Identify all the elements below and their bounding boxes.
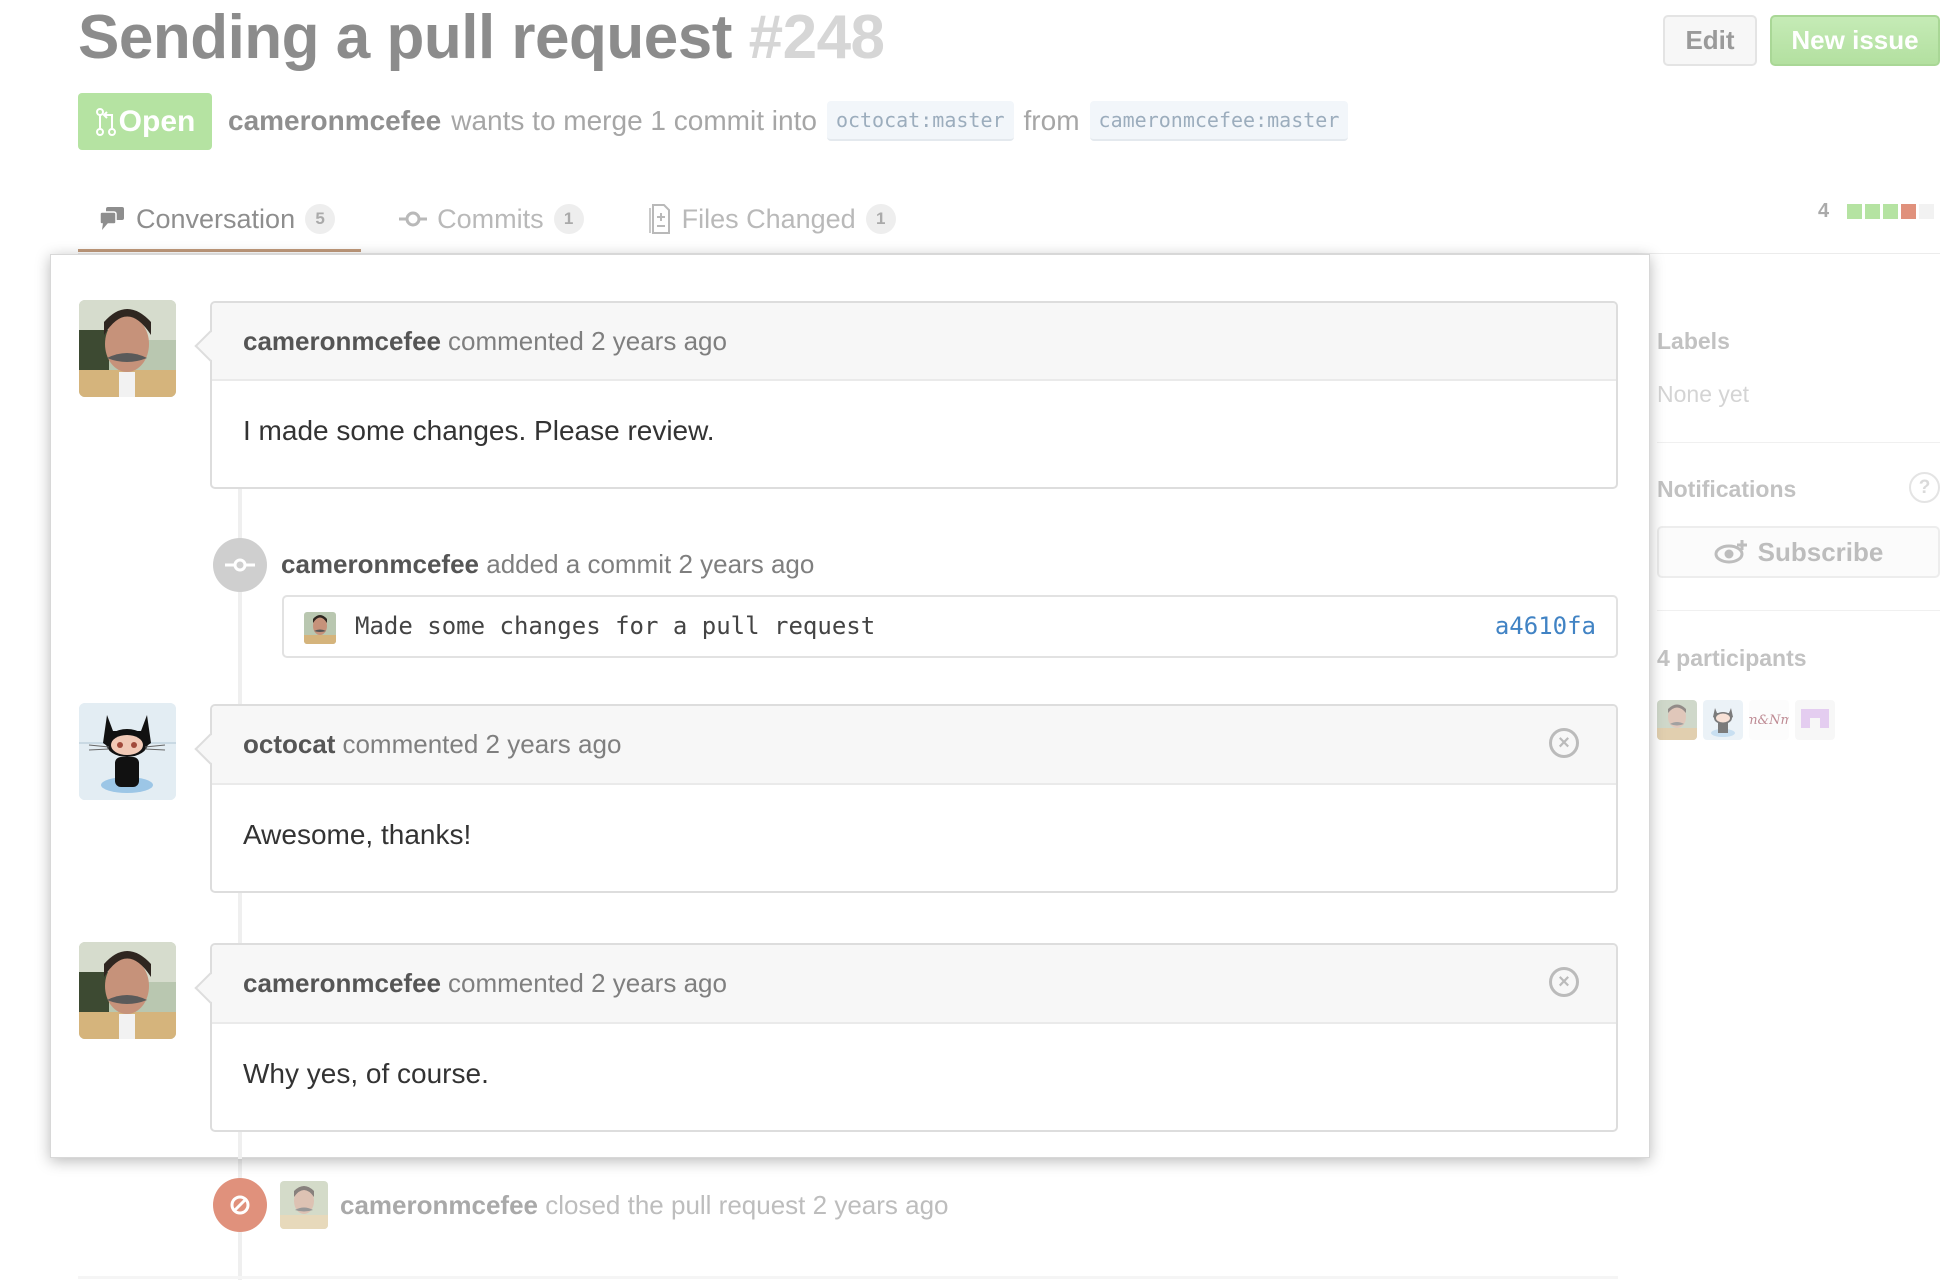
- comment-author[interactable]: octocat: [243, 729, 335, 760]
- participant-avatar-identicon[interactable]: [1795, 700, 1835, 740]
- comment-header: cameronmcefee commented 2 years ago ×: [212, 945, 1616, 1024]
- comment-body: I made some changes. Please review.: [243, 415, 715, 446]
- comment-action: commented: [448, 325, 584, 356]
- delete-comment-icon[interactable]: ×: [1549, 967, 1579, 997]
- closed-event-author[interactable]: cameronmcefee: [340, 1190, 538, 1220]
- participant-avatar-octocat[interactable]: [1703, 700, 1743, 740]
- base-ref-branch: master: [932, 108, 1005, 132]
- comment-time[interactable]: 2 years ago: [486, 729, 622, 760]
- tab-files-changed[interactable]: Files Changed 1: [628, 203, 896, 235]
- commit-event-action: added a commit: [486, 549, 672, 579]
- from-text: from: [1023, 105, 1080, 136]
- notifications-heading: Notifications: [1657, 476, 1797, 502]
- comment-avatar-cameronmcefee[interactable]: [79, 300, 176, 397]
- closed-event-avatar[interactable]: [280, 1181, 328, 1229]
- participant-avatar-mnm[interactable]: m&Nm: [1749, 700, 1789, 740]
- new-issue-button[interactable]: New issue: [1770, 15, 1940, 66]
- commit-event-badge: [213, 538, 267, 592]
- diffstat-block: [1919, 204, 1935, 219]
- subscribe-label: Subscribe: [1757, 536, 1884, 567]
- commit-message[interactable]: Made some changes for a pull request: [355, 612, 875, 640]
- help-icon[interactable]: ?: [1909, 472, 1940, 503]
- tab-commits[interactable]: Commits 1: [379, 204, 584, 235]
- tab-label: Conversation: [136, 203, 296, 234]
- comment-body: Why yes, of course.: [243, 1058, 489, 1089]
- commit-event-text: cameronmcefee added a commit 2 years ago: [281, 549, 814, 580]
- comment-discussion-icon: [99, 207, 124, 230]
- page-title: Sending a pull request #248: [78, 2, 885, 73]
- diffstat: 4: [1818, 200, 1935, 223]
- diffstat-block: [1865, 204, 1881, 219]
- comment-avatar-cameronmcefee[interactable]: [79, 942, 176, 1039]
- timeline-end-divider: [78, 1276, 1618, 1279]
- base-ref-user: octocat: [835, 108, 921, 132]
- conversation-highlight-card: cameronmcefee commented 2 years ago I ma…: [50, 254, 1650, 1159]
- tab-label: Commits: [437, 203, 544, 234]
- circle-slash-icon: [230, 1195, 250, 1215]
- head-ref-branch: master: [1267, 108, 1340, 132]
- comment-author[interactable]: cameronmcefee: [243, 968, 441, 999]
- git-commit-icon: [225, 558, 255, 572]
- comment-header: octocat commented 2 years ago ×: [212, 706, 1616, 785]
- subscribe-button[interactable]: Subscribe: [1657, 526, 1940, 578]
- tab-conversation[interactable]: Conversation 5: [78, 203, 336, 235]
- comment-time[interactable]: 2 years ago: [591, 326, 727, 357]
- state-badge: Open: [78, 93, 212, 150]
- closed-event-text: cameronmcefee closed the pull request 2 …: [340, 1190, 949, 1221]
- commit-event-time[interactable]: 2 years ago: [678, 549, 814, 579]
- delete-comment-icon[interactable]: ×: [1549, 728, 1579, 758]
- base-ref[interactable]: octocat:master: [826, 101, 1014, 141]
- edit-button[interactable]: Edit: [1663, 15, 1757, 66]
- git-pull-request-icon: [95, 107, 116, 136]
- comment-action: commented: [342, 729, 479, 759]
- author-link[interactable]: cameronmcefee: [228, 105, 441, 137]
- participants-list: m&Nm: [1657, 700, 1835, 740]
- closed-event-action: closed the pull request: [545, 1190, 806, 1220]
- diffstat-block: [1901, 204, 1917, 219]
- state-label: Open: [118, 104, 196, 138]
- comment-author[interactable]: cameronmcefee: [243, 326, 441, 357]
- diffstat-block: [1847, 204, 1863, 219]
- sidebar-divider: [1657, 610, 1940, 611]
- labels-value: None yet: [1657, 381, 1750, 407]
- active-tab-indicator: [78, 249, 361, 252]
- pr-meta: cameronmcefee wants to merge 1 commit in…: [228, 101, 1349, 141]
- eye-watch-icon: [1714, 540, 1747, 564]
- commit-event-author[interactable]: cameronmcefee: [281, 549, 479, 579]
- comment: cameronmcefee commented 2 years ago I ma…: [194, 301, 1618, 489]
- comment: cameronmcefee commented 2 years ago × Wh…: [194, 943, 1618, 1132]
- commit-sha-link[interactable]: a4610fa: [1495, 612, 1596, 640]
- participants-heading: 4 participants: [1657, 645, 1807, 671]
- tab-counter: 1: [553, 204, 584, 234]
- diffstat-block: [1883, 204, 1899, 219]
- comment-body: Awesome, thanks!: [243, 819, 472, 850]
- pr-tabs: Conversation 5 Commits 1 Files Changed 1: [78, 188, 896, 250]
- head-ref-user: cameronmcefee: [1098, 108, 1256, 132]
- merge-text: wants to merge 1 commit into: [451, 105, 817, 136]
- comment-header: cameronmcefee commented 2 years ago: [212, 303, 1616, 381]
- sidebar-divider: [1657, 442, 1940, 443]
- comment-time[interactable]: 2 years ago: [591, 968, 727, 999]
- closed-event-badge: [213, 1178, 267, 1232]
- participant-avatar-cameronmcefee[interactable]: [1657, 700, 1697, 740]
- commit-author-avatar[interactable]: [304, 612, 336, 644]
- comment: octocat commented 2 years ago × Awesome,…: [194, 704, 1618, 893]
- pr-number: #248: [748, 3, 885, 72]
- head-ref[interactable]: cameronmcefee:master: [1089, 101, 1349, 141]
- closed-event-time[interactable]: 2 years ago: [813, 1190, 949, 1220]
- comment-action: commented: [448, 968, 584, 998]
- commit-row: Made some changes for a pull request a46…: [282, 595, 1618, 658]
- diffstat-count: 4: [1818, 200, 1830, 222]
- tab-counter: 5: [305, 204, 336, 234]
- pr-title: Sending a pull request: [78, 3, 732, 72]
- comment-avatar-octocat[interactable]: [79, 703, 176, 800]
- tab-label: Files Changed: [681, 203, 856, 234]
- git-commit-icon: [399, 211, 428, 227]
- diff-icon: [648, 204, 670, 234]
- labels-heading[interactable]: Labels: [1657, 328, 1730, 355]
- tab-counter: 1: [865, 204, 896, 234]
